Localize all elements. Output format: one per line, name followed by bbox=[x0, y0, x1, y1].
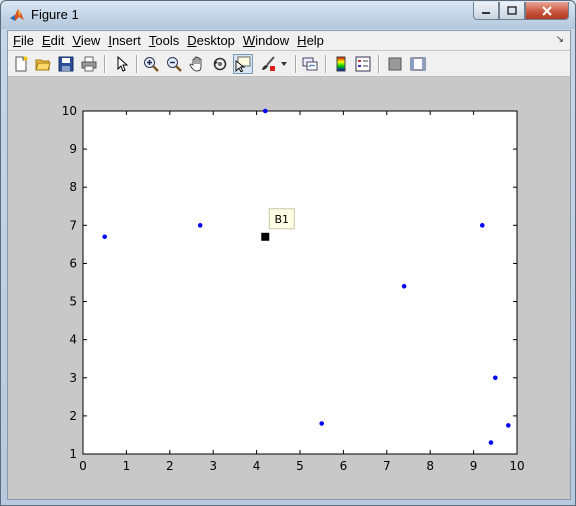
save-icon bbox=[58, 56, 74, 72]
brush-icon bbox=[262, 56, 275, 71]
edit-plot-button[interactable] bbox=[112, 54, 132, 74]
legend-icon bbox=[355, 56, 371, 72]
chevron-down-icon bbox=[281, 62, 287, 66]
menu-insert[interactable]: Insert bbox=[105, 33, 144, 48]
minimize-icon bbox=[482, 11, 490, 14]
y-tick-label: 8 bbox=[69, 180, 77, 194]
title-bar[interactable]: Figure 1 bbox=[1, 1, 575, 29]
pan-button[interactable] bbox=[187, 54, 207, 74]
y-tick-label: 1 bbox=[69, 447, 77, 461]
link-plot-icon bbox=[302, 57, 318, 71]
y-tick-label: 3 bbox=[69, 371, 77, 385]
menu-window[interactable]: Window bbox=[240, 33, 292, 48]
figure-window: Figure 1 File Edit View Insert Tools Des… bbox=[0, 0, 576, 506]
minimize-button[interactable] bbox=[473, 2, 499, 20]
y-tick-label: 7 bbox=[69, 218, 77, 232]
print-button[interactable] bbox=[79, 54, 99, 74]
x-tick-label: 4 bbox=[253, 459, 261, 473]
x-tick-label: 0 bbox=[79, 459, 87, 473]
x-tick-label: 5 bbox=[296, 459, 304, 473]
open-file-icon bbox=[35, 59, 51, 71]
new-figure-button[interactable] bbox=[11, 54, 31, 74]
menu-view[interactable]: View bbox=[69, 33, 103, 48]
figure-client-area: File Edit View Insert Tools Desktop Wind… bbox=[7, 30, 571, 500]
toolbar-separator bbox=[325, 55, 327, 73]
hide-plot-tools-button[interactable] bbox=[385, 54, 405, 74]
data-point bbox=[102, 234, 107, 240]
y-tick-label: 5 bbox=[69, 295, 77, 309]
new-figure-icon bbox=[15, 56, 28, 72]
data-cursor-icon bbox=[235, 56, 251, 72]
data-point bbox=[319, 421, 325, 426]
link-plot-button[interactable] bbox=[300, 54, 320, 74]
zoom-in-button[interactable] bbox=[141, 54, 161, 74]
toolbar-separator bbox=[136, 55, 138, 73]
menu-file[interactable]: File bbox=[10, 33, 37, 48]
data-point bbox=[506, 423, 511, 428]
x-tick-label: 7 bbox=[383, 459, 391, 473]
menu-edit[interactable]: Edit bbox=[39, 33, 67, 48]
data-cursor-button[interactable] bbox=[233, 54, 253, 74]
data-point bbox=[401, 284, 407, 289]
zoom-out-icon bbox=[167, 57, 182, 72]
colorbar-icon bbox=[336, 56, 346, 72]
edit-plot-icon bbox=[117, 56, 129, 72]
menu-desktop[interactable]: Desktop bbox=[184, 33, 238, 48]
data-tip-label: B1 bbox=[275, 213, 290, 226]
save-button[interactable] bbox=[56, 54, 76, 74]
legend-button[interactable] bbox=[353, 54, 373, 74]
figure-canvas[interactable]: 0 1 2 3 4 5 6 7 8 9 10 1 2 3 4 5 6 7 8 9 10 B1 bbox=[8, 77, 570, 499]
menu-tools[interactable]: Tools bbox=[146, 33, 182, 48]
pan-icon bbox=[189, 56, 202, 72]
brush-dropdown-button[interactable] bbox=[278, 54, 290, 74]
y-tick-label: 4 bbox=[69, 333, 77, 347]
scatter-plot: 0 1 2 3 4 5 6 7 8 9 1012345678910B1 bbox=[62, 104, 525, 473]
show-plot-tools-icon bbox=[410, 57, 426, 71]
rotate-3d-button[interactable] bbox=[210, 54, 230, 74]
x-tick-label: 3 bbox=[209, 459, 217, 473]
rotate-3d-icon bbox=[213, 57, 227, 71]
dock-arrow-icon[interactable]: ↘ bbox=[556, 34, 564, 45]
x-tick-label: 8 bbox=[426, 459, 434, 473]
close-icon bbox=[542, 5, 552, 16]
zoom-in-icon bbox=[144, 57, 159, 72]
y-tick-label: 10 bbox=[62, 104, 77, 118]
maximize-button[interactable] bbox=[499, 2, 525, 20]
toolbar-separator bbox=[378, 55, 380, 73]
x-tick-label: 10 bbox=[509, 459, 524, 473]
colorbar-button[interactable] bbox=[331, 54, 351, 74]
menu-help[interactable]: Help bbox=[294, 33, 327, 48]
open-file-button[interactable] bbox=[33, 54, 53, 74]
y-tick-label: 6 bbox=[69, 256, 77, 270]
menu-bar: File Edit View Insert Tools Desktop Wind… bbox=[8, 31, 570, 50]
figure-toolbar bbox=[8, 51, 570, 77]
window-title: Figure 1 bbox=[31, 7, 79, 22]
zoom-out-button[interactable] bbox=[164, 54, 184, 74]
data-point bbox=[493, 375, 498, 381]
matlab-logo-icon bbox=[10, 9, 24, 21]
brush-button[interactable] bbox=[258, 54, 278, 74]
data-point bbox=[479, 223, 485, 228]
axes-box bbox=[82, 110, 518, 455]
y-tick-label: 2 bbox=[69, 409, 77, 423]
y-tick-label: 9 bbox=[69, 142, 77, 156]
data-point bbox=[197, 223, 203, 228]
x-tick-label: 1 bbox=[123, 459, 131, 473]
x-tick-label: 6 bbox=[340, 459, 348, 473]
toolbar-separator bbox=[295, 55, 297, 73]
data-point bbox=[488, 440, 494, 445]
toolbar-separator bbox=[104, 55, 106, 73]
close-button[interactable] bbox=[525, 2, 569, 20]
x-tick-label: 9 bbox=[470, 459, 478, 473]
hide-plot-tools-icon bbox=[388, 57, 402, 71]
data-point bbox=[262, 108, 268, 114]
data-cursor-marker bbox=[261, 232, 270, 241]
maximize-icon bbox=[507, 5, 517, 15]
print-icon bbox=[81, 56, 97, 72]
x-tick-label: 2 bbox=[166, 459, 174, 473]
show-plot-tools-button[interactable] bbox=[408, 54, 428, 74]
